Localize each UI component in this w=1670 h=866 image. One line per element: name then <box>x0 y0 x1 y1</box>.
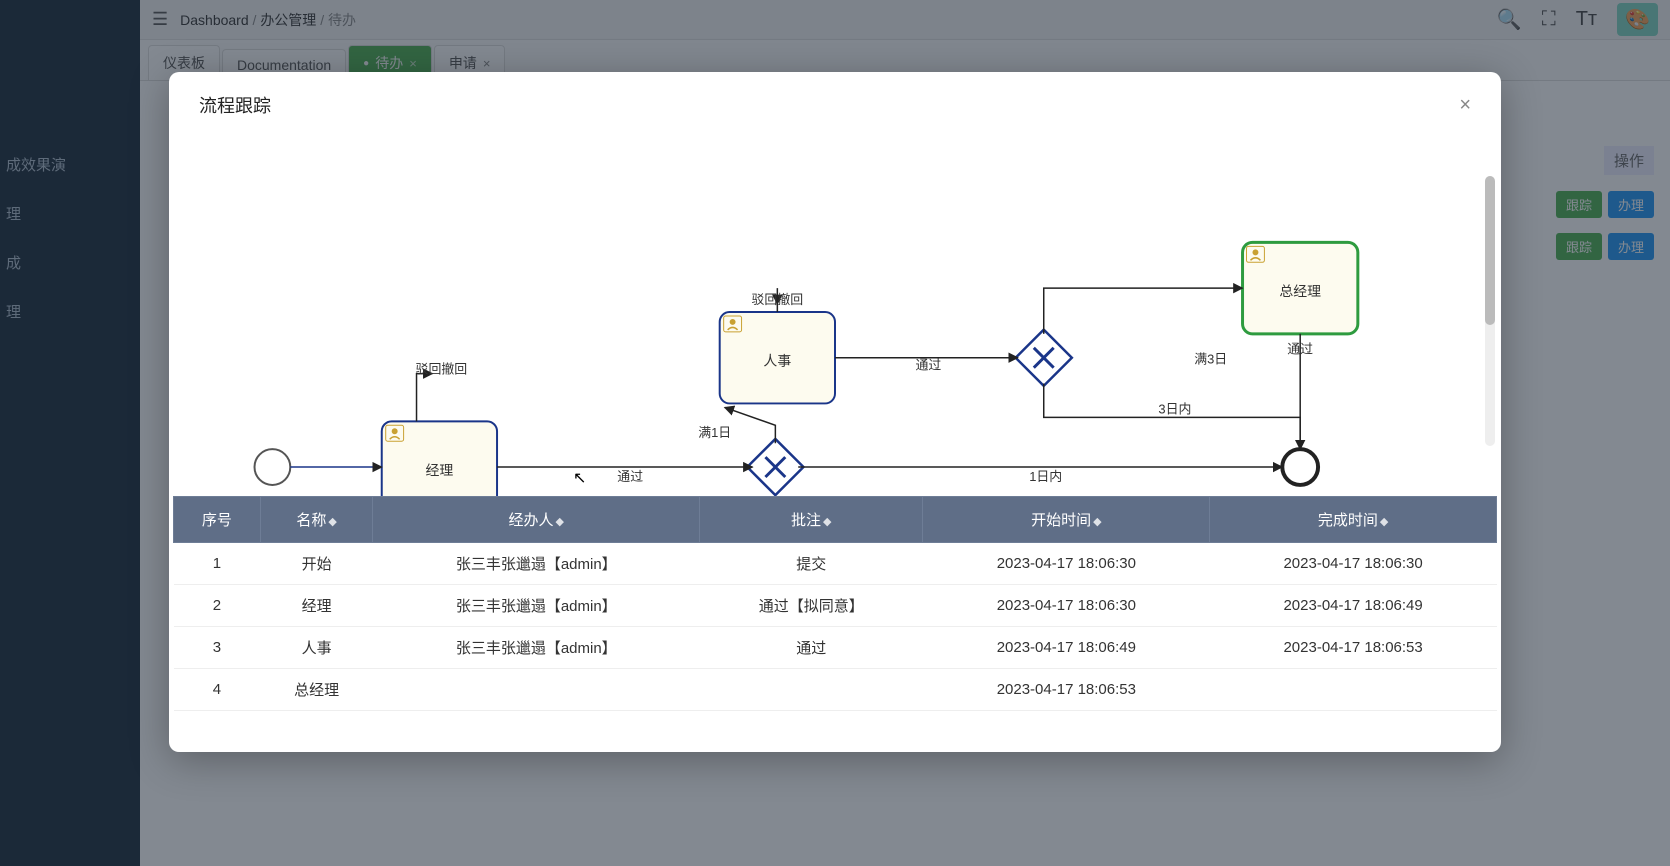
edge-label: 满1日 <box>698 425 731 440</box>
modal-header: 流程跟踪 × <box>169 72 1501 126</box>
edge-reject-manager <box>417 374 433 422</box>
diagram-scrollbar[interactable] <box>1485 176 1495 446</box>
cell-no: 2 <box>174 585 261 627</box>
cell-no: 4 <box>174 669 261 711</box>
cell-start: 2023-04-17 18:06:30 <box>923 543 1210 585</box>
col-start[interactable]: 开始时间◆ <box>923 497 1210 543</box>
edge-label: 驳回撤回 <box>416 362 468 377</box>
table-row[interactable]: 2经理张三丰张邋遢【admin】通过【拟同意】2023-04-17 18:06:… <box>174 585 1497 627</box>
col-end[interactable]: 完成时间◆ <box>1210 497 1497 543</box>
svg-text:人事: 人事 <box>763 353 791 369</box>
cell-end: 2023-04-17 18:06:30 <box>1210 543 1497 585</box>
table-body: 1开始张三丰张邋遢【admin】提交2023-04-17 18:06:30202… <box>174 543 1497 711</box>
cell-no: 1 <box>174 543 261 585</box>
start-event[interactable] <box>255 449 291 485</box>
cell-handler: 张三丰张邋遢【admin】 <box>373 585 700 627</box>
table-row[interactable]: 4总经理 2023-04-17 18:06:53 <box>174 669 1497 711</box>
cell-no: 3 <box>174 627 261 669</box>
edge-label: 通过 <box>617 469 643 484</box>
process-trace-modal: 流程跟踪 × 经理 <box>169 72 1501 752</box>
scrollbar-thumb[interactable] <box>1485 176 1495 325</box>
sort-icon[interactable]: ◆ <box>556 516 564 528</box>
end-event[interactable] <box>1282 449 1318 485</box>
modal-title: 流程跟踪 <box>199 92 271 118</box>
cell-name: 经理 <box>260 585 373 627</box>
edge-gw1-hr <box>725 407 776 443</box>
edge-gw2-gm <box>1044 288 1243 334</box>
close-icon[interactable]: × <box>1459 94 1471 117</box>
cell-handler: 张三丰张邋遢【admin】 <box>373 627 700 669</box>
cell-approval <box>700 669 923 711</box>
edge-label: 3日内 <box>1158 401 1191 416</box>
trace-table: 序号 名称◆ 经办人◆ 批注◆ 开始时间◆ 完成时间◆ 1开始张三丰张邋遢【ad… <box>169 496 1501 752</box>
cell-handler: 张三丰张邋遢【admin】 <box>373 543 700 585</box>
edge-label: 1日内 <box>1029 469 1062 484</box>
cell-start: 2023-04-17 18:06:53 <box>923 669 1210 711</box>
table-row[interactable]: 3人事张三丰张邋遢【admin】通过2023-04-17 18:06:49202… <box>174 627 1497 669</box>
task-general-manager[interactable]: 总经理 <box>1243 242 1358 333</box>
cell-start: 2023-04-17 18:06:49 <box>923 627 1210 669</box>
sort-icon[interactable]: ◆ <box>328 516 336 528</box>
table-header-row: 序号 名称◆ 经办人◆ 批注◆ 开始时间◆ 完成时间◆ <box>174 497 1497 543</box>
task-hr[interactable]: 人事 <box>720 312 835 403</box>
gateway-2[interactable] <box>1016 330 1072 386</box>
cell-start: 2023-04-17 18:06:30 <box>923 585 1210 627</box>
cell-approval: 通过【拟同意】 <box>700 585 923 627</box>
col-approval[interactable]: 批注◆ <box>700 497 923 543</box>
col-handler[interactable]: 经办人◆ <box>373 497 700 543</box>
cell-end: 2023-04-17 18:06:53 <box>1210 627 1497 669</box>
svg-text:总经理: 总经理 <box>1279 283 1321 299</box>
svg-text:经理: 经理 <box>425 462 453 478</box>
edge-label: 满3日 <box>1194 352 1227 367</box>
edge-label: 驳回撤回 <box>752 292 804 307</box>
cell-end: 2023-04-17 18:06:49 <box>1210 585 1497 627</box>
edge-label: 通过 <box>1287 342 1313 357</box>
gateway-1[interactable] <box>747 439 803 495</box>
cell-approval: 通过 <box>700 627 923 669</box>
table-row[interactable]: 1开始张三丰张邋遢【admin】提交2023-04-17 18:06:30202… <box>174 543 1497 585</box>
edge-label: 通过 <box>916 358 942 373</box>
col-no[interactable]: 序号 <box>174 497 261 543</box>
cell-name: 总经理 <box>260 669 373 711</box>
cell-handler <box>373 669 700 711</box>
cell-name: 开始 <box>260 543 373 585</box>
cell-name: 人事 <box>260 627 373 669</box>
sort-icon[interactable]: ◆ <box>1380 516 1388 528</box>
sort-icon[interactable]: ◆ <box>823 516 831 528</box>
modal-overlay[interactable]: 流程跟踪 × 经理 <box>0 0 1670 866</box>
task-manager[interactable]: 经理 <box>382 421 497 496</box>
sort-icon[interactable]: ◆ <box>1093 516 1101 528</box>
col-name[interactable]: 名称◆ <box>260 497 373 543</box>
cell-approval: 提交 <box>700 543 923 585</box>
cell-end <box>1210 669 1497 711</box>
bpmn-diagram[interactable]: 经理 人事 总经理 <box>173 126 1497 496</box>
